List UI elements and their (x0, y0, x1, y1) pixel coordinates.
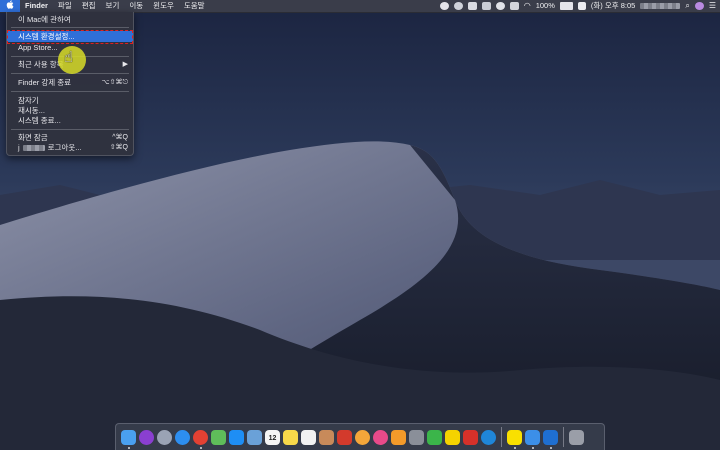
trash-icon[interactable] (569, 429, 584, 445)
menu-item-label: 재시동... (18, 106, 45, 115)
input-source-icon[interactable] (577, 2, 586, 10)
menu-separator (11, 27, 129, 28)
menu-item-label: j (18, 143, 20, 152)
safari-icon[interactable] (175, 429, 190, 445)
system-preferences-icon[interactable] (409, 429, 424, 445)
screen-record-status-icon[interactable] (481, 2, 491, 10)
menu-finder[interactable]: Finder (20, 0, 53, 12)
dock-separator (501, 427, 502, 447)
menu-item-label: App Store... (18, 43, 58, 52)
user-name-redacted[interactable] (640, 3, 681, 9)
menu-help[interactable]: 도움말 (179, 0, 210, 12)
menu-item-log-out[interactable]: j 로그아웃... ⇧⌘Q (7, 142, 133, 153)
hand-cursor-icon: ☝ (64, 49, 74, 66)
menu-window[interactable]: 윈도우 (148, 0, 179, 12)
running-indicator (532, 446, 534, 449)
menu-view[interactable]: 보기 (101, 0, 125, 12)
teamviewer-icon[interactable] (543, 429, 558, 449)
edge-icon[interactable] (481, 429, 496, 445)
airplay-status-icon[interactable] (509, 2, 519, 10)
notification-center-icon[interactable]: ☰ (709, 0, 716, 12)
evernote-status-icon[interactable] (495, 2, 505, 10)
calendar-day-label: 12 (268, 434, 277, 442)
shortcut: ⇧⌘Q (109, 144, 128, 151)
menu-item-system-preferences[interactable]: 시스템 환경설정... (7, 31, 133, 42)
menu-edit[interactable]: 편집 (77, 0, 101, 12)
kakaotalk-icon[interactable] (507, 429, 522, 449)
wifi-icon[interactable]: ◠ (524, 0, 531, 12)
maps-icon[interactable] (211, 429, 226, 445)
sync-status-icon[interactable] (453, 2, 463, 10)
menu-item-label: 로그아웃... (47, 143, 82, 152)
menu-item-label: 이 Mac에 관하여 (18, 15, 71, 24)
kakaotalk-yellow-icon[interactable] (445, 429, 460, 445)
messenger-status-icon[interactable] (439, 2, 449, 10)
status-area: ◠ 100% (화) 오후 8:05 ⌕ ☰ (439, 0, 716, 12)
menu-separator (11, 91, 129, 92)
menu-item-label: 최근 사용 항목 (18, 60, 64, 69)
siri-icon[interactable] (139, 429, 154, 445)
user-name-redacted (22, 145, 45, 152)
launchpad-icon[interactable] (157, 429, 172, 445)
flashcard-icon[interactable] (463, 429, 478, 445)
menu-item-label: 시스템 종료... (18, 116, 61, 125)
battery-percent[interactable]: 100% (536, 0, 555, 12)
running-indicator (200, 446, 202, 449)
submenu-arrow-icon: ▶ (122, 61, 128, 68)
running-indicator (550, 446, 552, 449)
dock-separator (563, 427, 564, 447)
calendar-icon[interactable]: 12 (265, 429, 280, 445)
menu-item-force-quit[interactable]: Finder 강제 종료 ⌥⇧⌘⎋ (7, 77, 133, 88)
ibooks-icon[interactable] (391, 429, 406, 445)
menu-item-about-this-mac[interactable]: 이 Mac에 관하여 (7, 14, 133, 25)
evernote-icon[interactable] (427, 429, 442, 445)
icloud-icon[interactable] (525, 429, 540, 449)
chrome-icon[interactable] (193, 429, 208, 449)
apple-menu-button[interactable] (0, 0, 20, 12)
photo-booth-icon[interactable] (337, 429, 352, 445)
dock: 12 (115, 423, 605, 450)
apple-menu-dropdown: 이 Mac에 관하여 시스템 환경설정... App Store... 최근 사… (6, 12, 134, 156)
menu-item-label: Finder 강제 종료 (18, 78, 72, 87)
menu-item-shutdown[interactable]: 시스템 종료... (7, 115, 133, 126)
notes-icon[interactable] (283, 429, 298, 445)
menu-item-label: 화면 잠금 (18, 133, 48, 142)
running-indicator (514, 446, 516, 449)
contacts-icon[interactable] (319, 429, 334, 445)
spotlight-icon[interactable]: ⌕ (685, 0, 689, 12)
menu-go[interactable]: 이동 (124, 0, 148, 12)
teamviewer-status-icon[interactable] (467, 2, 477, 10)
menu-file[interactable]: 파일 (53, 0, 77, 12)
reminders-icon[interactable] (301, 429, 316, 445)
running-indicator (128, 446, 130, 449)
menu-item-label: 잠자기 (18, 96, 39, 105)
photos-icon[interactable] (355, 429, 370, 445)
battery-icon[interactable] (559, 2, 573, 10)
menu-item-label: 시스템 환경설정... (18, 32, 75, 41)
photos-preview-icon[interactable] (247, 429, 262, 445)
siri-status-icon[interactable] (694, 2, 704, 10)
itunes-icon[interactable] (373, 429, 388, 445)
shortcut: ⌥⇧⌘⎋ (101, 79, 128, 86)
apple-logo-icon (6, 0, 14, 9)
menu-separator (11, 129, 129, 130)
clock[interactable]: (화) 오후 8:05 (591, 0, 635, 12)
app-store-icon[interactable] (229, 429, 244, 445)
finder-icon[interactable] (121, 429, 136, 449)
